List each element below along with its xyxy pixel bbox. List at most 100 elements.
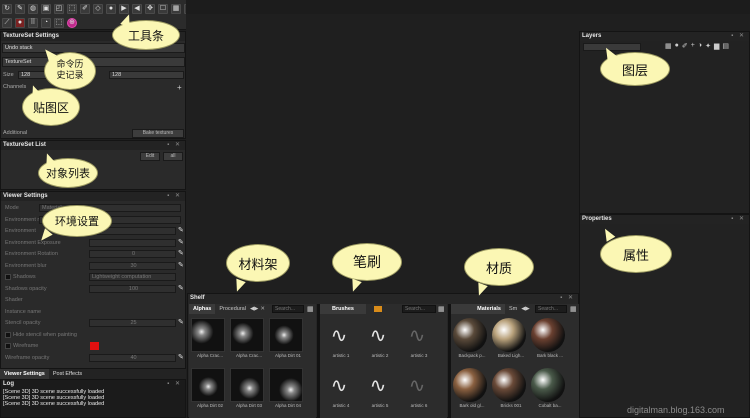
materials-tabs: Materials Sm ◀▶ (451, 304, 530, 314)
edit-icon[interactable]: ✎ (178, 226, 184, 234)
tab-post-effects[interactable]: Post Effects (49, 369, 86, 379)
wireframe-color-swatch[interactable] (90, 342, 99, 350)
tab-brushes[interactable]: Brushes (320, 304, 366, 314)
brush-thumbnail[interactable]: ∿ artistic 5 (361, 368, 399, 416)
toolbar-tool-icon[interactable]: ↻ (2, 4, 12, 14)
alpha-thumbnail[interactable]: Alpha Dirt 02 (191, 368, 229, 416)
alpha-thumbnail[interactable]: Alpha Dirt 03 (230, 368, 268, 416)
toolbar-tool-icon[interactable]: ⬚ (54, 18, 64, 28)
setting-label: Shadows (13, 274, 36, 280)
add-channel-icon[interactable]: + (177, 83, 182, 92)
toolbar-tool-icon[interactable]: ⊕ (67, 18, 77, 28)
brush-label: artistic 5 (371, 403, 389, 408)
toolbar-tool-icon[interactable]: ● (15, 18, 25, 28)
toolbar-tool-icon[interactable]: ◀ (132, 4, 142, 14)
panel-title: TextureSet List ▪ ✕ (1, 141, 185, 150)
materials-search-input[interactable]: Search... (535, 305, 567, 313)
alpha-thumbnail[interactable]: Alpha Crac... (230, 318, 268, 366)
alpha-thumbnail[interactable]: Alpha Crac... (191, 318, 229, 366)
toolbar-tool-icon[interactable]: ✥ (145, 4, 155, 14)
callout-brush: 笔刷 (332, 243, 402, 281)
close-icon[interactable]: ✕ (260, 306, 265, 312)
tab-alphas[interactable]: Alphas (189, 304, 216, 314)
brush-preview-icon: ∿ (361, 318, 395, 352)
toolbar-tool-icon[interactable]: ◔ (41, 18, 51, 28)
toolbar-tool-icon[interactable]: ✎ (15, 4, 25, 14)
mask-icon[interactable]: ◑ (698, 42, 702, 50)
edit-icon[interactable]: ✎ (178, 249, 184, 257)
tab-smart-materials[interactable]: Sm (505, 304, 521, 314)
brushes-search-input[interactable]: Search... (402, 305, 436, 313)
toolbar-tool-icon[interactable]: ✐ (80, 4, 90, 14)
brush-thumbnail[interactable]: ∿ artistic 6 (400, 368, 438, 416)
edit-icon[interactable]: ✎ (178, 353, 184, 361)
setting-value[interactable]: 40 (89, 353, 176, 362)
grid-view-icon[interactable]: ▦ (307, 305, 314, 313)
alphas-search-input[interactable]: Search... (272, 305, 304, 313)
material-thumbnail[interactable]: Bark old gl... (453, 368, 491, 416)
edit-button[interactable]: Edit (140, 152, 160, 161)
add-icon[interactable]: + (691, 42, 695, 50)
effect-icon[interactable]: ✦ (705, 42, 711, 50)
all-button[interactable]: all (163, 152, 183, 161)
folder-icon[interactable]: ▆ (714, 42, 719, 50)
grid-view-icon[interactable]: ▦ (570, 305, 577, 313)
material-thumbnail[interactable]: Baked Ligh... (492, 318, 530, 366)
alpha-thumbnail[interactable]: Alpha Dirt 01 (269, 318, 307, 366)
panel-title: Viewer Settings ▪ ✕ (1, 192, 185, 201)
setting-value[interactable] (89, 238, 176, 247)
tab-procedural[interactable]: Procedural (215, 304, 250, 314)
setting-value[interactable]: 25 (89, 319, 176, 327)
tab-viewer-settings[interactable]: Viewer Settings (0, 369, 49, 379)
brush-label: artistic 3 (410, 353, 428, 358)
grid-view-icon[interactable]: ▦ (438, 305, 445, 313)
brush-thumbnail[interactable]: ∿ artistic 1 (322, 318, 360, 366)
brush-thumbnail[interactable]: ∿ artistic 3 (400, 318, 438, 366)
edit-icon[interactable]: ✎ (178, 318, 184, 326)
tab-arrows-icon[interactable]: ◀▶ (521, 306, 529, 312)
bake-textures-button[interactable]: Bake textures (132, 129, 184, 138)
setting-label: Mode (5, 205, 19, 211)
material-thumbnail[interactable]: Backpack p... (453, 318, 491, 366)
toolbar-tool-icon[interactable]: ⬚ (67, 4, 77, 14)
tab-arrows-icon[interactable]: ◀▶ (250, 306, 258, 312)
toolbar-tool-icon[interactable]: ◍ (28, 4, 38, 14)
edit-icon[interactable]: ✎ (178, 261, 184, 269)
alpha-thumbnail[interactable]: Alpha Dirt 04 (269, 368, 307, 416)
setting-value[interactable]: 100 (89, 284, 176, 293)
callout-materials-shelf: 材料架 (226, 244, 290, 282)
toolbar-tool-icon[interactable]: ▣ (41, 4, 51, 14)
toolbar-tool-icon[interactable]: ☐ (158, 4, 168, 14)
brush-thumbnail[interactable]: ∿ artistic 2 (361, 318, 399, 366)
setting-label: Wireframe (13, 343, 39, 349)
edit-icon[interactable]: ✎ (178, 238, 184, 246)
toolbar-tool-icon[interactable]: ◇ (93, 4, 103, 14)
material-thumbnail[interactable]: Cobalt ba... (531, 368, 569, 416)
brush-icon[interactable]: ✐ (682, 42, 688, 50)
paint-layer-icon[interactable]: ● (675, 42, 679, 50)
toolbar-tool-icon[interactable]: ▦ (171, 4, 181, 14)
setting-value[interactable]: 0 (89, 250, 176, 258)
edit-icon[interactable]: ✎ (178, 284, 184, 292)
setting-label: Shadows opacity (5, 285, 47, 292)
additional-label: Additional (3, 130, 28, 136)
checkbox[interactable] (5, 343, 11, 349)
fill-layer-icon[interactable]: ▦ (665, 42, 672, 50)
material-thumbnail[interactable]: Bricks 001 (492, 368, 530, 416)
toolbar-tool-icon[interactable]: ⠿ (28, 18, 38, 28)
checkbox[interactable] (5, 331, 11, 338)
setting-value[interactable]: 30 (89, 261, 176, 270)
layer-tools: ▦ ● ✐ + ◑ ✦ ▆ ▤ (665, 42, 729, 50)
tab-materials[interactable]: Materials (451, 304, 505, 314)
setting-value[interactable]: Lightweight computation (89, 273, 176, 281)
toolbar-tool-icon[interactable]: ⟋ (2, 18, 12, 28)
brush-thumbnail[interactable]: ∿ artistic 4 (322, 368, 360, 416)
material-thumbnail[interactable]: Bark black ... (531, 318, 569, 366)
size-select-2[interactable]: 128 (109, 71, 184, 79)
checkbox[interactable] (5, 274, 11, 280)
toolbar-tool-icon[interactable]: ● (106, 4, 116, 14)
folder-icon[interactable] (374, 306, 382, 312)
alpha-label: Alpha Crac... (235, 353, 262, 358)
toolbar-tool-icon[interactable]: ◰ (54, 4, 64, 14)
trash-icon[interactable]: ▤ (722, 42, 729, 50)
